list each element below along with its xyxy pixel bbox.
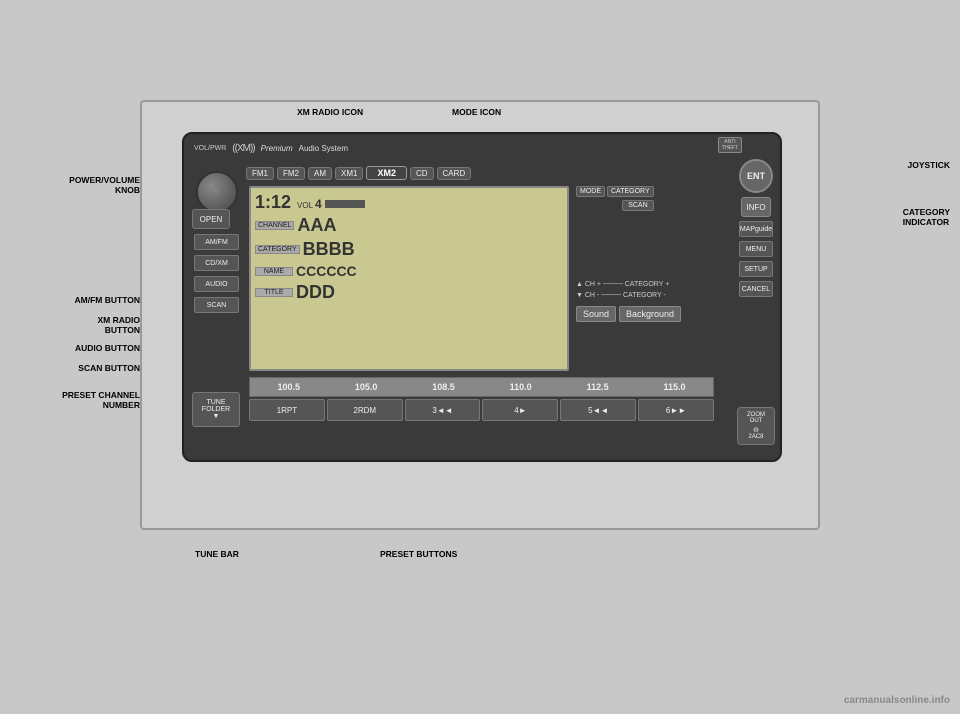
right-buttons-area: ENT INFO MAPguide MENU SETUP CANCEL	[737, 159, 775, 297]
name-value: CCCCCC	[296, 263, 357, 279]
channel-tag: CHANNEL	[255, 221, 294, 230]
zoom-out-button[interactable]: ZOOM OUT ⊖ 2AC8	[737, 407, 775, 445]
am-button[interactable]: AM	[308, 167, 332, 180]
cancel-button[interactable]: CANCEL	[739, 281, 773, 297]
amfm-button[interactable]: AM/FM	[194, 234, 239, 250]
fm2-button[interactable]: FM2	[277, 167, 305, 180]
cd-button[interactable]: CD	[410, 167, 434, 180]
channel-value: AAA	[297, 215, 336, 236]
vol-label: VOL	[297, 201, 313, 210]
mapguide-button[interactable]: MAPguide	[739, 221, 773, 237]
freq-5: 112.5	[587, 382, 609, 392]
mode-buttons-row: FM1 FM2 AM XM1 XM2 CD CARD	[246, 162, 735, 184]
freq-4: 110.0	[510, 382, 532, 392]
premium-label: Premium	[261, 144, 293, 153]
scan-btn-display[interactable]: SCAN	[622, 200, 653, 211]
background-button[interactable]: Background	[619, 306, 681, 322]
preset-btn-6[interactable]: 6►►	[638, 399, 714, 421]
freq-2: 105.0	[355, 382, 378, 392]
channel-row: CHANNEL AAA	[255, 215, 563, 236]
xm-radio-button-callout: XM RADIO BUTTON	[10, 315, 140, 335]
time-vol-row: 1:12 VOL 4	[255, 192, 563, 213]
title-row: TITLE DDD	[255, 282, 563, 303]
category-value: BBBB	[303, 239, 355, 260]
freq-1: 100.5	[277, 382, 300, 392]
preset-buttons-callout: PRESET BUTTONS	[380, 549, 457, 559]
tune-bar-callout: TUNE BAR	[195, 549, 239, 559]
vol-pwr-label: VOL/PWR	[194, 145, 226, 152]
joystick-callout: JOYSTICK	[907, 160, 950, 170]
category-indicator-callout: CATEGORY INDICATOR	[903, 207, 950, 227]
vol-bar	[325, 200, 365, 208]
display-screen: 1:12 VOL 4 CHANNEL AAA CATEGORY BBBB	[249, 186, 569, 371]
sound-button[interactable]: Sound	[576, 306, 616, 322]
card-button[interactable]: CARD	[437, 167, 472, 180]
mode-btn-display[interactable]: MODE	[576, 186, 605, 197]
scan-button-left[interactable]: SCAN	[194, 297, 239, 313]
ent-button[interactable]: ENT	[739, 159, 773, 193]
vol-number: 4	[315, 197, 322, 211]
page-container: XM RADIO ICON MODE ICON VOL/PWR ((XM)) P…	[0, 0, 960, 714]
tune-folder-button[interactable]: TUNE FOLDER ▼	[192, 392, 240, 427]
diagram-area: XM RADIO ICON MODE ICON VOL/PWR ((XM)) P…	[140, 100, 820, 530]
amfm-button-callout: AM/FM BUTTON	[10, 295, 140, 305]
frequency-bar: 100.5 105.0 108.5 110.0 112.5 115.0	[249, 377, 714, 397]
category-btn-display[interactable]: CATEGORY	[607, 186, 654, 197]
scan-button-callout: SCAN BUTTON	[10, 363, 140, 373]
xm2-button[interactable]: XM2	[366, 166, 407, 180]
preset-btn-4[interactable]: 4►	[482, 399, 558, 421]
preset-channel-callout: PRESET CHANNEL NUMBER	[10, 390, 140, 410]
info-button[interactable]: INFO	[741, 197, 771, 217]
name-tag: NAME	[255, 267, 293, 276]
xm1-button[interactable]: XM1	[335, 167, 363, 180]
display-time: 1:12	[255, 192, 291, 213]
name-row: NAME CCCCCC	[255, 263, 563, 279]
freq-3: 108.5	[432, 382, 455, 392]
mode-category-scan-area: MODE CATEGORY SCAN	[576, 186, 654, 211]
vol-pwr-knob[interactable]: ○	[196, 171, 238, 213]
preset-buttons-row: 1RPT 2RDM 3◄◄ 4► 5◄◄ 6►►	[249, 399, 714, 421]
preset-btn-5[interactable]: 5◄◄	[560, 399, 636, 421]
open-button[interactable]: OPEN	[192, 209, 230, 229]
xm-radio-icon-label: XM RADIO ICON	[297, 107, 363, 117]
zoom-icon: ⊖	[753, 426, 759, 434]
anti-theft-box: ANTITHEFT	[718, 137, 742, 153]
audio-button[interactable]: AUDIO	[194, 276, 239, 292]
power-volume-callout: POWER/VOLUME KNOB	[10, 175, 140, 195]
setup-button[interactable]: SETUP	[739, 261, 773, 277]
audio-system-label: Audio System	[299, 144, 348, 153]
preset-btn-3[interactable]: 3◄◄	[405, 399, 481, 421]
preset-btn-2[interactable]: 2RDM	[327, 399, 403, 421]
watermark: carmanualsonline.info	[844, 695, 950, 706]
mode-icon-label: MODE ICON	[452, 107, 501, 117]
left-buttons-area: AM/FM CD/XM AUDIO SCAN	[189, 234, 244, 313]
category-tag: CATEGORY	[255, 245, 300, 254]
fm1-button[interactable]: FM1	[246, 167, 274, 180]
anti-theft-text: ANTITHEFT	[722, 139, 738, 151]
category-row: CATEGORY BBBB	[255, 239, 563, 260]
preset-btn-1[interactable]: 1RPT	[249, 399, 325, 421]
menu-button[interactable]: MENU	[739, 241, 773, 257]
cdxm-button[interactable]: CD/XM	[194, 255, 239, 271]
radio-unit: VOL/PWR ((XM)) Premium Audio System ANTI…	[182, 132, 782, 462]
audio-button-callout: AUDIO BUTTON	[10, 343, 140, 353]
title-value: DDD	[296, 282, 335, 303]
title-tag: TITLE	[255, 288, 293, 297]
freq-6: 115.0	[663, 382, 685, 392]
